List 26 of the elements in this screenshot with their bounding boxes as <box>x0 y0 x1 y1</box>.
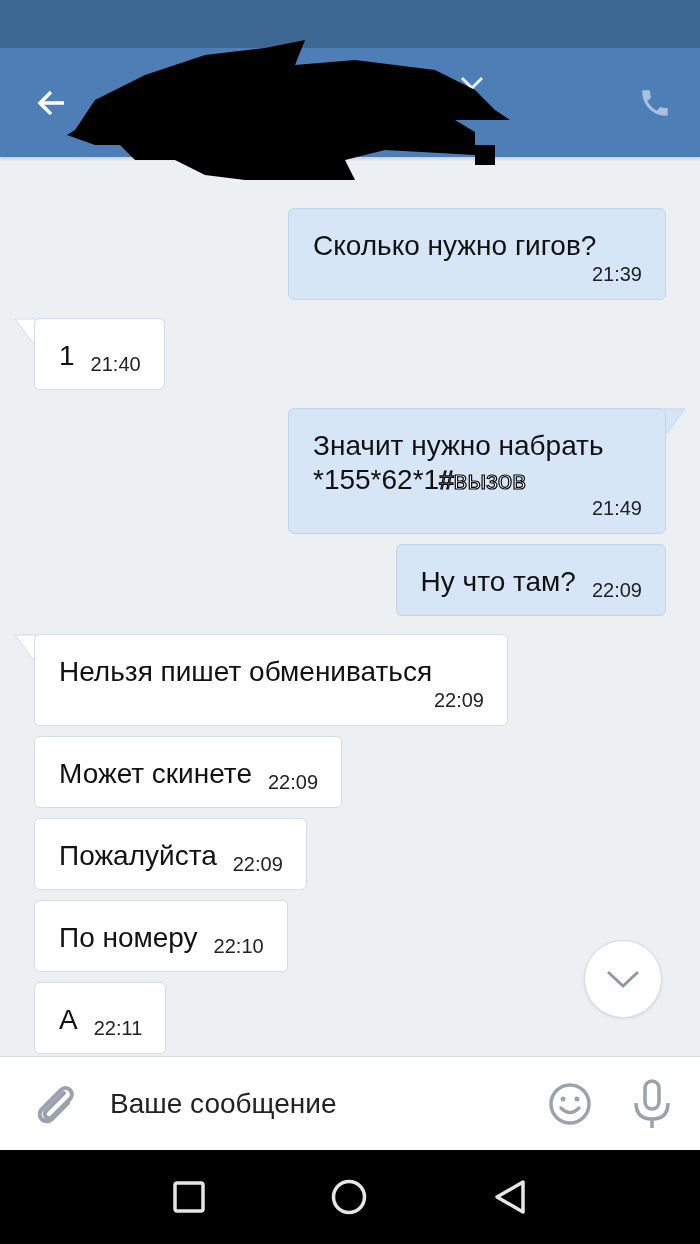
message-text: Значит нужно набрать *155*62*1#вызов <box>313 429 605 497</box>
message-time: 21:40 <box>89 353 141 375</box>
message-time: 21:49 <box>590 497 642 519</box>
back-arrow-icon[interactable] <box>36 88 66 117</box>
recents-icon[interactable] <box>173 1181 205 1213</box>
message-time: 22:09 <box>266 771 318 793</box>
message-time: 22:10 <box>212 935 264 957</box>
message-text: По номеру <box>59 921 198 955</box>
chevron-icon[interactable] <box>460 76 484 90</box>
home-icon[interactable] <box>331 1179 367 1215</box>
message-time: 22:09 <box>590 579 642 601</box>
message-time: 22:09 <box>432 689 484 711</box>
chevron-down-icon <box>605 969 641 989</box>
message-text: Ну что там? <box>420 565 576 599</box>
message-text: Пожалуйста <box>59 839 217 873</box>
emoji-icon[interactable] <box>548 1081 592 1126</box>
back-icon[interactable] <box>493 1179 527 1215</box>
message-text: А <box>59 1003 78 1037</box>
message-text: 1 <box>59 339 75 373</box>
message-text: Сколько нужно гигов? <box>313 229 597 263</box>
message-text: Нельзя пишет обмениваться <box>59 655 433 689</box>
message-time: 22:09 <box>231 853 283 875</box>
message-text: Может скинете <box>59 757 252 791</box>
message-time: 22:11 <box>92 1017 143 1039</box>
microphone-icon[interactable] <box>632 1078 672 1129</box>
message-time: 21:39 <box>590 263 642 285</box>
